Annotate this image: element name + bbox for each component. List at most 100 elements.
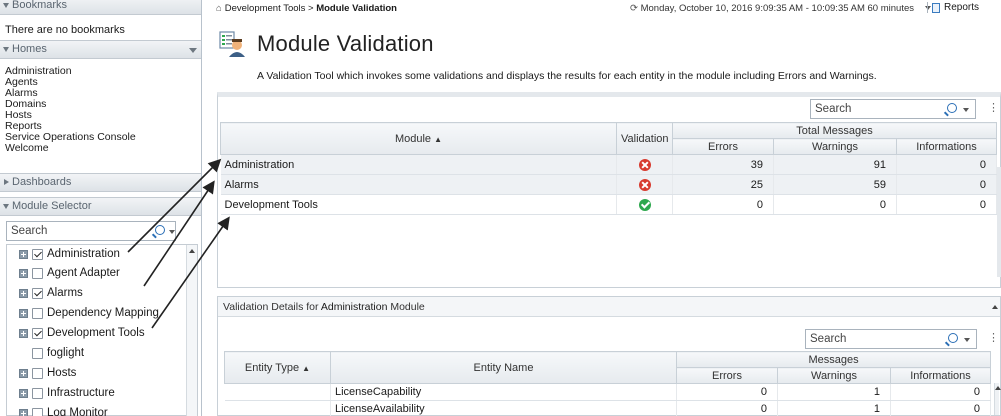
page-description: A Validation Tool which invokes some val… <box>257 70 877 82</box>
breadcrumb: ⌂ Development Tools > Module Validation <box>216 3 397 14</box>
module-checkbox[interactable] <box>32 288 43 299</box>
chevron-down-icon[interactable] <box>169 230 175 234</box>
expand-icon <box>3 47 9 52</box>
column-header-validation[interactable]: Validation <box>616 122 673 155</box>
scroll-up-icon[interactable] <box>995 386 1001 390</box>
module-checkbox[interactable] <box>32 408 43 416</box>
table-row[interactable]: LicenseAvailability 0 1 0 <box>224 400 992 416</box>
table-row[interactable]: Development Tools 0 0 0 <box>220 194 998 215</box>
module-checkbox[interactable] <box>32 388 43 399</box>
column-header-errors[interactable]: Errors <box>672 138 774 155</box>
table-row[interactable]: Administration 39 91 0 <box>220 154 998 175</box>
column-header-warnings[interactable]: Warnings <box>773 138 897 155</box>
group-header-messages: Messages <box>675 351 992 368</box>
search-icon[interactable] <box>947 103 957 113</box>
expand-plus-icon[interactable] <box>19 389 28 398</box>
module-selector-header[interactable]: Module Selector <box>0 197 201 216</box>
tree-item[interactable]: Dependency Mapping <box>7 305 187 323</box>
module-checkbox[interactable] <box>32 249 43 260</box>
errors-cell: 25 <box>672 174 774 195</box>
expand-plus-icon[interactable] <box>19 250 28 259</box>
error-status-icon <box>638 158 651 171</box>
tree-item[interactable]: Log Monitor <box>7 405 187 416</box>
details-header: Validation Details for Administration Mo… <box>218 297 1000 317</box>
homes-header[interactable]: Homes <box>0 40 201 59</box>
tree-item[interactable]: Agent Adapter <box>7 265 187 283</box>
details-search-input[interactable]: Search <box>805 329 977 349</box>
expand-plus-icon[interactable] <box>19 289 28 298</box>
details-table: Entity Type ▲ Entity Name Messages Error… <box>224 351 992 416</box>
chevron-down-icon[interactable] <box>964 338 970 342</box>
expand-plus-icon[interactable] <box>19 369 28 378</box>
search-icon[interactable] <box>948 333 958 343</box>
expand-plus-icon[interactable] <box>19 309 28 318</box>
informations-cell: 0 <box>896 154 998 175</box>
column-header-informations[interactable]: Informations <box>895 138 998 155</box>
scroll-up-icon[interactable] <box>992 305 998 309</box>
column-header-warnings[interactable]: Warnings <box>777 367 891 384</box>
module-cell[interactable]: Alarms <box>220 174 617 195</box>
column-header-entity-type[interactable]: Entity Type ▲ <box>224 351 331 384</box>
expand-plus-icon[interactable] <box>19 269 28 278</box>
tree-item[interactable]: foglight <box>7 345 187 363</box>
module-checkbox[interactable] <box>32 348 43 359</box>
module-validation-icon <box>219 31 245 57</box>
column-header-entity-name[interactable]: Entity Name <box>330 351 677 384</box>
module-checkbox[interactable] <box>32 368 43 379</box>
errors-cell: 0 <box>672 194 774 215</box>
errors-cell: 0 <box>676 383 778 401</box>
expand-plus-icon[interactable] <box>19 409 28 416</box>
sidebar: Bookmarks There are no bookmarks Homes A… <box>0 0 202 416</box>
errors-cell: 39 <box>672 154 774 175</box>
table-row[interactable]: Alarms 25 59 0 <box>220 174 998 195</box>
bookmarks-header[interactable]: Bookmarks <box>0 0 201 15</box>
details-module-name: Administration <box>320 301 388 313</box>
module-cell[interactable]: Development Tools <box>220 194 617 215</box>
details-scrollbar[interactable] <box>994 383 1001 415</box>
report-icon <box>932 3 940 13</box>
dashboards-header[interactable]: Dashboards <box>0 173 201 192</box>
tree-item[interactable]: Administration <box>7 246 187 264</box>
bookmarks-empty-text: There are no bookmarks <box>5 24 125 36</box>
tree-item[interactable]: Hosts <box>7 365 187 383</box>
informations-cell: 0 <box>890 400 992 416</box>
tree-scrollbar[interactable] <box>186 245 197 416</box>
scroll-up-icon[interactable] <box>189 249 195 253</box>
tree-item[interactable]: Alarms <box>7 285 187 303</box>
module-cell[interactable]: Administration <box>220 154 617 175</box>
entity-name-cell[interactable]: LicenseAvailability <box>330 400 677 416</box>
time-range-selector[interactable]: ⟳ Monday, October 10, 2016 9:09:35 AM - … <box>630 3 931 14</box>
home-link[interactable]: Welcome <box>5 143 49 154</box>
chevron-down-icon[interactable] <box>963 108 969 112</box>
breadcrumb-parent[interactable]: Development Tools <box>225 3 306 14</box>
menu-icon[interactable]: ⋮⋮ <box>988 331 1001 344</box>
warnings-cell: 1 <box>777 383 891 401</box>
module-checkbox[interactable] <box>32 308 43 319</box>
breadcrumb-current: Module Validation <box>316 3 397 14</box>
informations-cell: 0 <box>896 194 998 215</box>
tree-item[interactable]: Infrastructure <box>7 385 187 403</box>
collapse-icon[interactable] <box>189 48 197 53</box>
tree-item[interactable]: Development Tools <box>7 325 187 343</box>
module-search-input[interactable]: Search <box>6 221 176 241</box>
time-icon: ⟳ <box>630 3 641 14</box>
reports-button[interactable]: Reports <box>927 2 979 13</box>
sort-asc-icon: ▲ <box>434 134 443 144</box>
entity-name-cell[interactable]: LicenseCapability <box>330 383 677 401</box>
column-header-module[interactable]: Module ▲ <box>220 122 617 155</box>
column-header-errors[interactable]: Errors <box>676 367 778 384</box>
module-checkbox[interactable] <box>32 328 43 339</box>
home-icon[interactable]: ⌂ <box>216 3 222 14</box>
menu-icon[interactable]: ⋮⋮ <box>988 101 1001 114</box>
column-header-informations[interactable]: Informations <box>889 367 992 384</box>
expand-plus-icon[interactable] <box>19 329 28 338</box>
table-row[interactable]: LicenseCapability 0 1 0 <box>224 383 992 401</box>
expand-icon <box>3 3 9 8</box>
table-scrollbar[interactable] <box>997 167 1001 277</box>
error-status-icon <box>638 178 651 191</box>
errors-cell: 0 <box>676 400 778 416</box>
validation-table: Module ▲ Validation Total Messages Error… <box>220 122 998 215</box>
module-checkbox[interactable] <box>32 268 43 279</box>
validation-search-input[interactable]: Search <box>810 99 976 119</box>
search-icon[interactable] <box>155 225 165 235</box>
